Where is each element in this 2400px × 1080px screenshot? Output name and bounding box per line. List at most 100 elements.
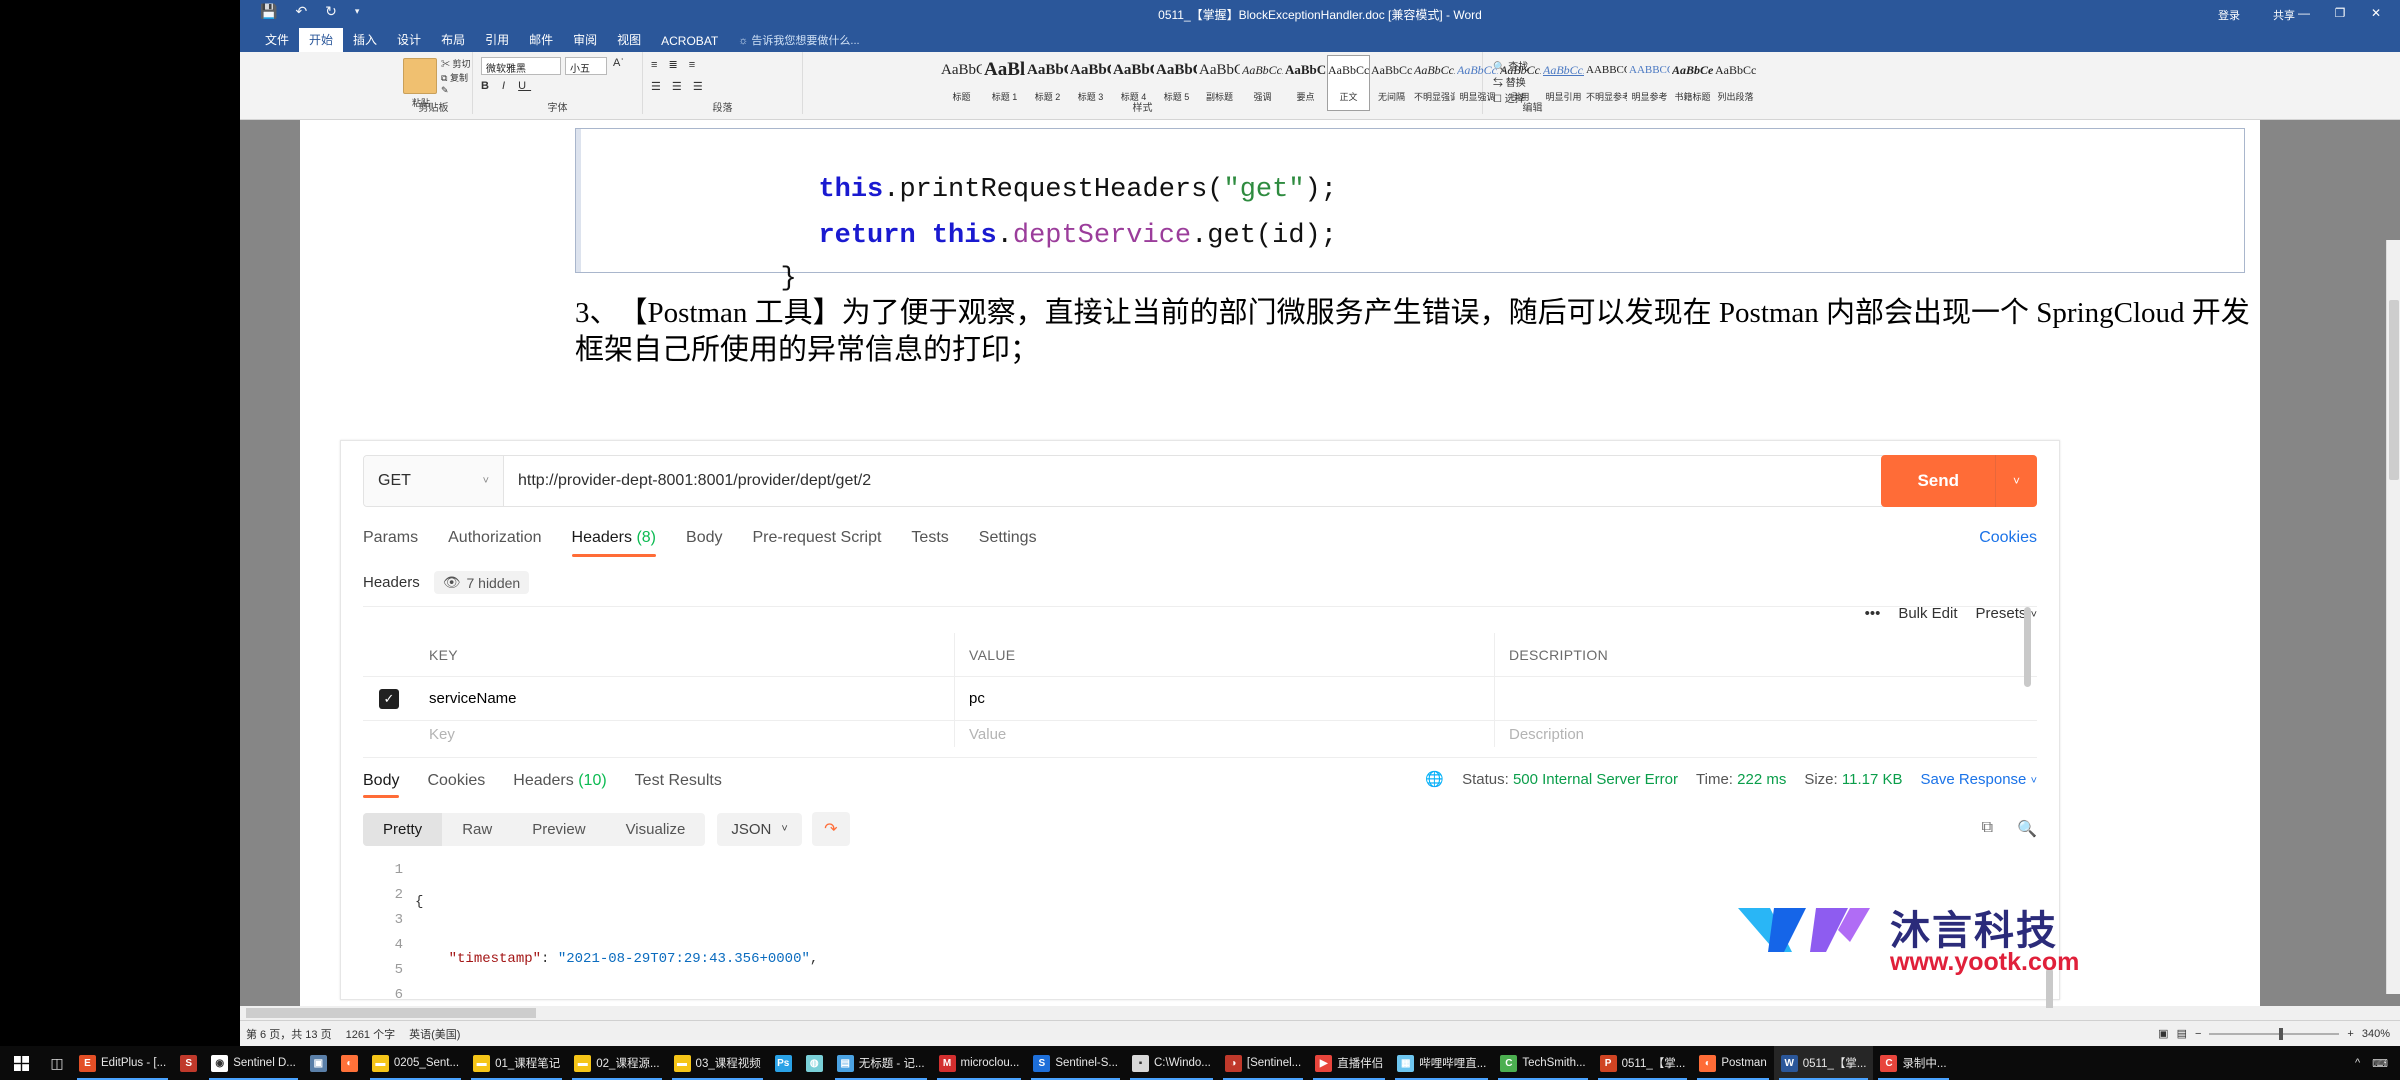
header-value-cell[interactable]: pc [955,677,1495,720]
cookies-link[interactable]: Cookies [1979,529,2037,547]
restore-button[interactable]: ❐ [2322,0,2358,26]
tab-params[interactable]: Params [363,529,418,557]
taskbar-item[interactable]: ▬ 03_课程视频 [667,1046,768,1080]
search-icon[interactable]: 🔍 [2017,819,2037,839]
taskbar-item[interactable]: Mmicroclou... [932,1046,1027,1080]
zoom-in-button[interactable]: + [2347,1028,2353,1040]
checkbox-checked-icon[interactable]: ✓ [379,688,399,709]
response-tab-test-results[interactable]: Test Results [635,772,722,798]
format-segmented-control[interactable]: Pretty Raw Preview Visualize [363,812,706,846]
taskbar-item[interactable]: ◐ Postman [1692,1046,1773,1080]
language-select[interactable]: JSON ˅ [717,812,802,846]
send-button[interactable]: Send [1881,455,1995,507]
row-checkbox-cell[interactable]: ✓ [363,688,415,709]
url-input[interactable]: http://provider-dept-8001:8001/provider/… [504,472,2036,490]
response-tab-body[interactable]: Body [363,772,400,798]
table-row-placeholder[interactable]: Key Value Description [363,721,2037,747]
save-response-button[interactable]: Save Response ˅ [1920,771,2037,788]
list-buttons[interactable]: ≡ ≣ ≡ [651,58,699,71]
style-item[interactable]: AaBbCcDc 不明显强调 [1413,55,1456,111]
style-item[interactable]: AaBbC 副标题 [1198,55,1241,111]
style-item[interactable]: AABBCCD 不明显参考 [1585,55,1628,111]
taskbar-item[interactable]: ◉ Sentinel D... [204,1046,303,1080]
header-description-cell[interactable] [1495,677,2037,720]
format-preview[interactable]: Preview [512,813,605,846]
language-indicator[interactable]: 英语(美国) [409,1026,460,1042]
tray-expand-icon[interactable]: ^ [2355,1057,2360,1069]
scrollbar-thumb[interactable] [2389,300,2399,480]
task-view-icon[interactable]: ◫ [42,1055,72,1072]
taskbar-item[interactable]: ▤ 无标题 - 记... [830,1046,932,1080]
ribbon-tab-review[interactable]: 审阅 [563,28,607,52]
vertical-scrollbar[interactable] [2386,240,2400,994]
taskbar-item[interactable]: ▪ C:\Windo... [1125,1046,1218,1080]
taskbar-item[interactable]: C TechSmith... [1493,1046,1592,1080]
copy-icon[interactable]: ⧉ [1982,819,1993,839]
taskbar-item[interactable]: E EditPlus - [... [72,1046,173,1080]
paste-icon[interactable] [403,58,437,94]
ribbon-tab-view[interactable]: 视图 [607,28,651,52]
close-button[interactable]: ✕ [2358,0,2394,26]
taskbar-item[interactable]: ▣ [303,1046,334,1080]
word-count[interactable]: 1261 个字 [346,1026,396,1042]
grow-font-icon[interactable]: Aʿ [613,57,624,69]
ribbon-tab-design[interactable]: 设计 [387,28,431,52]
zoom-level[interactable]: 340% [2362,1028,2390,1040]
tell-me-box[interactable]: ☼ 告诉我您想要做什么... [738,32,859,52]
style-item[interactable]: AaBbCcDc 强调 [1241,55,1284,111]
taskbar-item[interactable]: ▬ 01_课程笔记 [466,1046,567,1080]
ribbon-tab-references[interactable]: 引用 [475,28,519,52]
send-options-caret-icon[interactable]: ˅ [1995,455,2037,507]
style-item[interactable]: AaBbCcDc 列出段落 [1714,55,1757,111]
ribbon-tab-acrobat[interactable]: ACROBAT [651,31,728,52]
response-body-viewer[interactable]: 1 2 3 4 5 6 { "timestamp": "2021-08-29T0… [363,858,2059,1008]
taskbar-item[interactable]: ◍ [799,1046,830,1080]
styles-gallery[interactable]: AaBbC 标题 AaBl 标题 1 AaBbC 标题 2 AaBbC 标题 3 AaB… [940,55,1757,111]
taskbar-item[interactable]: P 0511_【掌... [1593,1046,1693,1080]
ribbon-tab-home[interactable]: 开始 [299,28,344,52]
taskbar-item[interactable]: W 0511_【掌... [1773,1046,1874,1080]
ribbon-tab-insert[interactable]: 插入 [343,28,387,52]
style-item[interactable]: AaBbC 标题 2 [1026,55,1069,111]
format-visualize[interactable]: Visualize [606,813,706,846]
header-description-placeholder[interactable]: Description [1495,721,2037,747]
zoom-slider[interactable] [2209,1027,2340,1040]
taskbar-item[interactable]: ▦ 哔哩哔哩直... [1390,1046,1493,1080]
format-pretty[interactable]: Pretty [363,812,443,846]
ribbon-tab-file[interactable]: 文件 [255,28,299,52]
style-item[interactable]: AaBl 标题 1 [983,55,1026,111]
copy-button[interactable]: ⧉ 复制 [441,71,468,84]
taskbar-item[interactable]: ▬ 0205_Sent... [365,1046,466,1080]
bulk-edit-button[interactable]: Bulk Edit [1898,605,1957,622]
body-scrollbar-thumb[interactable] [2046,968,2053,1008]
word-wrap-icon[interactable]: ↷ [811,812,850,846]
replace-button[interactable]: ⇆ 替换 [1493,74,1526,89]
tab-tests[interactable]: Tests [911,529,948,557]
style-item[interactable]: AaBbC 标题 3 [1069,55,1112,111]
header-key-cell[interactable]: serviceName [415,677,955,720]
web-layout-icon[interactable]: ▤ [2177,1027,2187,1040]
horizontal-scrollbar[interactable] [240,1006,2400,1020]
header-value-placeholder[interactable]: Value [955,721,1495,747]
tray-keyboard-icon[interactable]: ⌨ [2372,1057,2388,1070]
find-button[interactable]: 🔍 查找 [1493,58,1528,73]
cut-button[interactable]: ✂ 剪切 [441,57,471,70]
style-item[interactable]: AaBbC 标题 5 [1155,55,1198,111]
style-item[interactable]: AaBbCcDc 无间隔 [1370,55,1413,111]
table-row[interactable]: ✓ serviceName pc [363,677,2037,721]
ribbon-tab-layout[interactable]: 布局 [431,28,475,52]
windows-start-icon[interactable] [0,1055,42,1071]
style-item[interactable]: AaBbCeD 书籍标题 [1671,55,1714,111]
hidden-headers-badge[interactable]: 👁 7 hidden [433,571,530,594]
document-paragraph[interactable]: 3、 【Postman 工具】为了便于观察，直接让当前的部门微服务产生错误，随后… [575,295,2275,369]
json-body[interactable]: { "timestamp": "2021-08-29T07:29:43.356+… [415,858,2059,1008]
header-key-placeholder[interactable]: Key [415,721,955,747]
style-item[interactable]: AaBbC 标题 [940,55,983,111]
ribbon-tab-mailings[interactable]: 邮件 [519,28,563,52]
style-item[interactable]: AaBbCcD 要点 [1284,55,1327,111]
taskbar-item[interactable]: ▶ 直播伴侣 [1308,1046,1390,1080]
font-style-buttons[interactable]: B I U [481,80,531,92]
format-raw[interactable]: Raw [442,813,512,846]
zoom-slider-knob[interactable] [2279,1027,2284,1040]
taskbar-item[interactable]: S Sentinel-S... [1026,1046,1125,1080]
